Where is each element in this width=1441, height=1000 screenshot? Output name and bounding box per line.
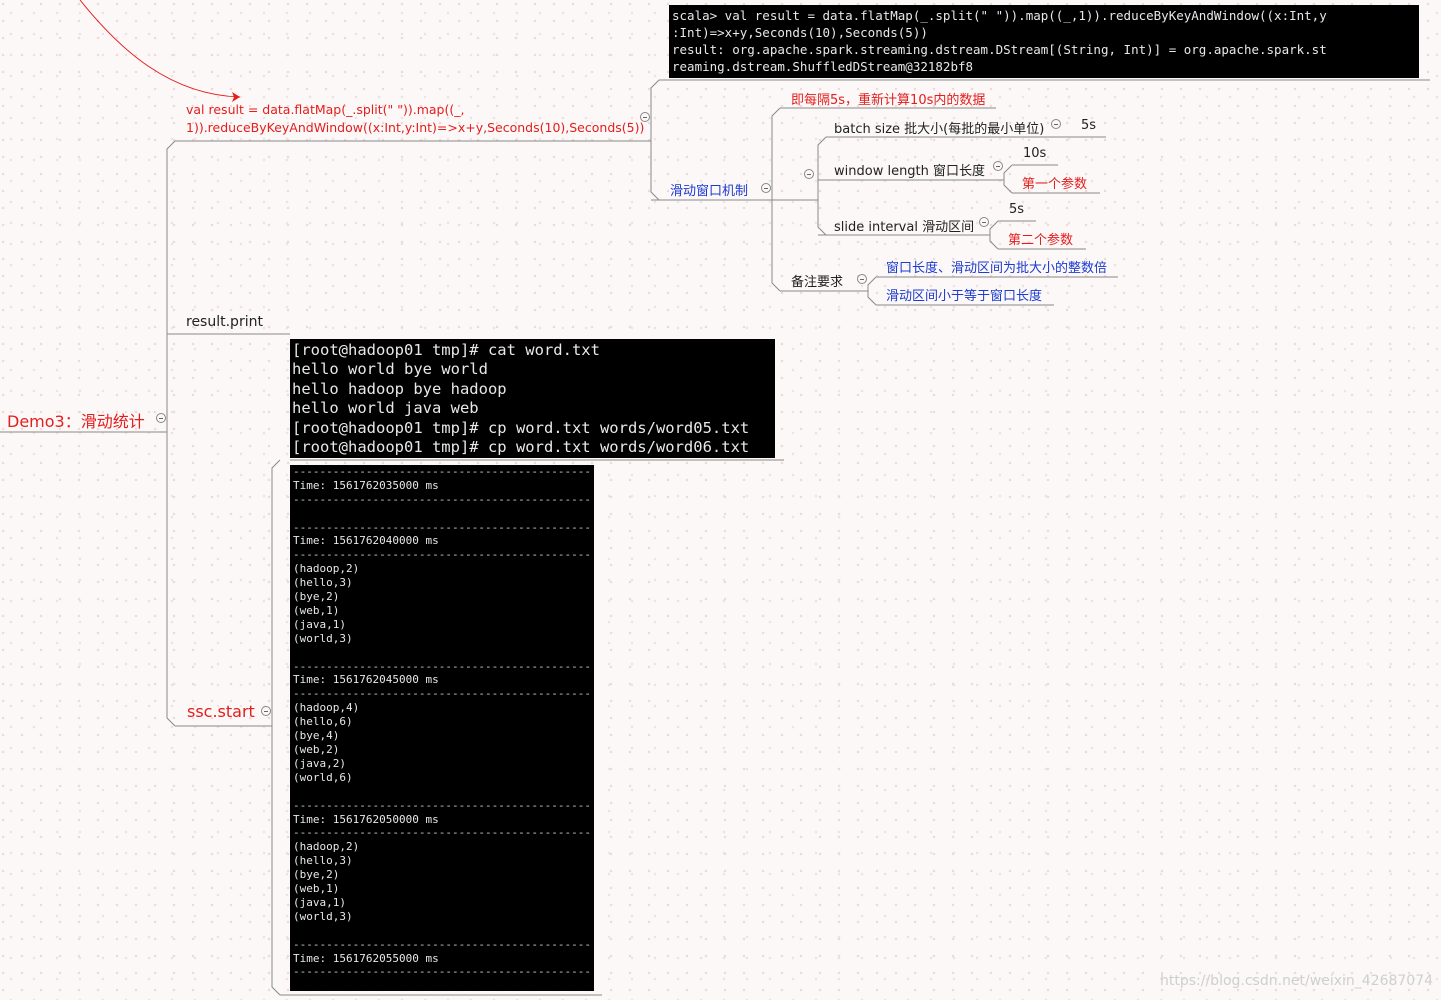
slide-interval-param[interactable]: 第二个参数 (1008, 229, 1073, 248)
output-row: (hello,3) (293, 576, 353, 590)
collapse-icon[interactable] (761, 183, 771, 193)
terminal-line: [root@hadoop01 tmp]# cp word.txt words/w… (292, 418, 750, 437)
terminal-line: reaming.dstream.ShuffledDStream@32182bf8 (672, 59, 974, 74)
collapse-icon[interactable] (640, 112, 650, 122)
separator-line: ----------------------------------------… (293, 937, 591, 951)
batch-size-node[interactable]: batch size 批大小(每批的最小单位) (834, 118, 1044, 137)
batch-size-value[interactable]: 5s (1081, 118, 1096, 133)
code-branch-line1[interactable]: val result = data.flatMap(_.split(" ")).… (186, 102, 464, 117)
separator-line: ----------------------------------------… (293, 548, 591, 562)
separator-line: ----------------------------------------… (293, 965, 591, 979)
mindmap-connectors (0, 0, 1430, 996)
code-branch-line2[interactable]: 1)).reduceByKeyAndWindow((x:Int,y:Int)=>… (186, 120, 644, 135)
separator-line: ----------------------------------------… (293, 492, 591, 506)
separator-line: ----------------------------------------… (293, 520, 591, 534)
separator-line: ----------------------------------------… (293, 659, 591, 673)
separator-line: ----------------------------------------… (293, 798, 591, 812)
output-row: (java,2) (293, 756, 346, 770)
terminal-line: :Int)=>x+y,Seconds(10),Seconds(5)) (672, 25, 928, 40)
slide-interval-value[interactable]: 5s (1009, 202, 1024, 217)
window-length-param[interactable]: 第一个参数 (1022, 173, 1087, 192)
output-row: (web,1) (293, 603, 340, 617)
output-row: (bye,4) (293, 729, 340, 743)
shell-terminal-screenshot: [root@hadoop01 tmp]# cat word.txt hello … (290, 339, 775, 458)
output-row: (world,3) (293, 631, 353, 645)
terminal-line: [root@hadoop01 tmp]# cat word.txt (292, 341, 600, 359)
watermark: https://blog.csdn.net/weixin_42687074 (1160, 973, 1434, 989)
collapse-icon[interactable] (993, 161, 1003, 171)
terminal-line: [root@hadoop01 tmp]# cp word.txt words/w… (292, 438, 750, 457)
requirement-item[interactable]: 窗口长度、滑动区间为批大小的整数倍 (886, 257, 1107, 276)
output-row: (java,1) (293, 895, 346, 909)
separator-line: ----------------------------------------… (293, 826, 591, 840)
collapse-icon[interactable] (979, 217, 989, 227)
output-row: (world,3) (293, 909, 353, 923)
output-row: (web,2) (293, 743, 340, 756)
scala-terminal-screenshot: scala> val result = data.flatMap(_.split… (669, 5, 1419, 78)
window-length-value[interactable]: 10s (1023, 146, 1046, 161)
collapse-icon[interactable] (857, 274, 867, 284)
requirements-node[interactable]: 备注要求 (791, 271, 843, 290)
time-line: Time: 1561762050000 ms (293, 812, 439, 826)
window-mechanism-node[interactable]: 滑动窗口机制 (670, 180, 748, 199)
terminal-line: result: org.apache.spark.streaming.dstre… (672, 42, 1327, 57)
output-row: (java,1) (293, 617, 346, 631)
streaming-output-screenshot: ----------------------------------------… (290, 465, 594, 991)
output-row: (hadoop,4) (293, 701, 360, 715)
terminal-line: scala> val result = data.flatMap(_.split… (672, 8, 1327, 23)
output-row: (hello,3) (293, 854, 353, 868)
output-row: (bye,2) (293, 868, 340, 882)
output-row: (bye,2) (293, 590, 340, 604)
arrow-curve (79, 0, 241, 98)
collapse-icon[interactable] (804, 169, 814, 179)
slide-interval-node[interactable]: slide interval 滑动区间 (834, 216, 974, 235)
collapse-icon[interactable] (156, 413, 166, 423)
time-line: Time: 1561762045000 ms (293, 673, 439, 687)
time-line: Time: 1561762040000 ms (293, 534, 439, 548)
root-node[interactable]: Demo3：滑动统计 (7, 408, 145, 432)
terminal-line: hello world bye world (292, 360, 488, 379)
start-branch[interactable]: ssc.start (187, 702, 255, 721)
collapse-icon[interactable] (261, 706, 271, 716)
terminal-line: hello hadoop bye hadoop (292, 379, 507, 398)
collapse-icon[interactable] (1051, 119, 1061, 129)
terminal-line: hello world java web (292, 399, 479, 418)
requirement-item[interactable]: 滑动区间小于等于窗口长度 (886, 285, 1042, 304)
output-row: (web,1) (293, 882, 340, 896)
output-row: (hadoop,2) (293, 562, 360, 576)
separator-line: ----------------------------------------… (293, 465, 591, 478)
separator-line: ----------------------------------------… (293, 687, 591, 701)
window-length-node[interactable]: window length 窗口长度 (834, 160, 985, 179)
output-row: (hadoop,2) (293, 840, 360, 854)
output-row: (world,6) (293, 770, 353, 784)
time-line: Time: 1561762035000 ms (293, 478, 439, 492)
print-branch[interactable]: result.print (186, 314, 263, 330)
window-note[interactable]: 即每隔5s，重新计算10s内的数据 (791, 89, 985, 108)
output-row: (hello,6) (293, 715, 353, 729)
time-line: Time: 1561762055000 ms (293, 951, 439, 965)
